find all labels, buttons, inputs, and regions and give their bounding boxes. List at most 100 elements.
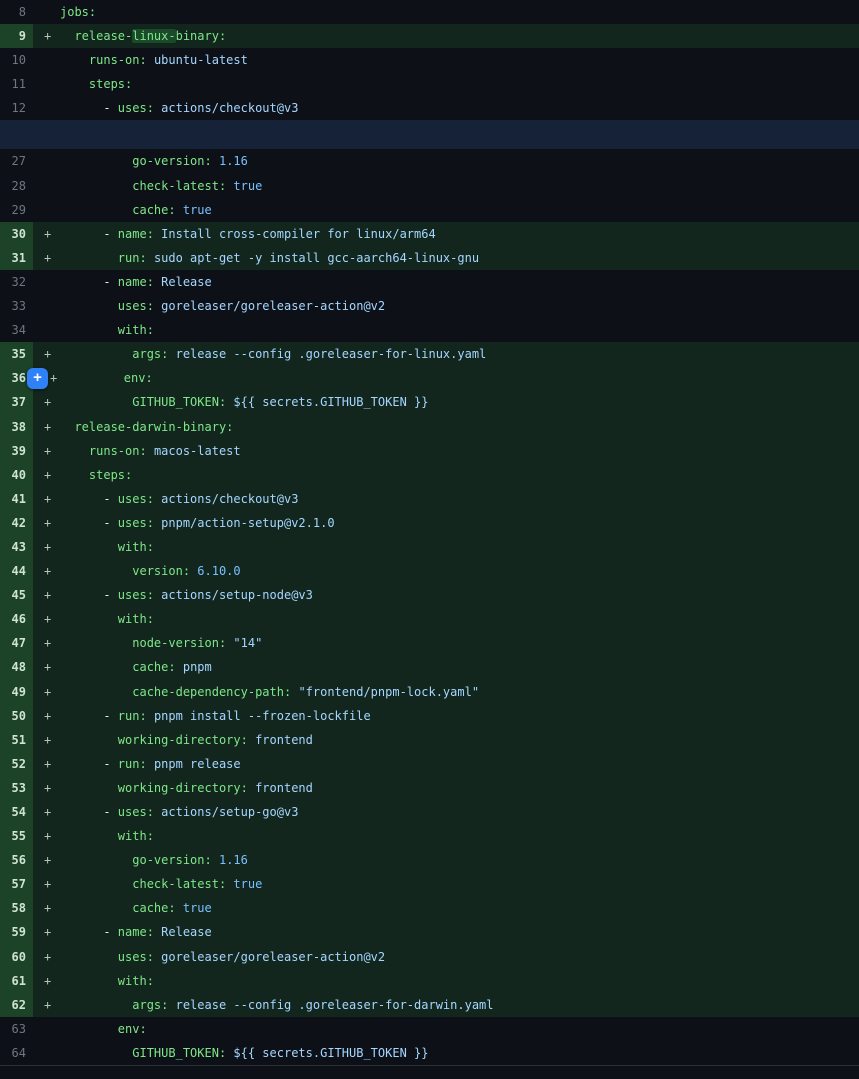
line-number[interactable]: 34 <box>0 318 33 342</box>
code-token: env: <box>124 371 153 385</box>
line-number[interactable]: 28 <box>0 174 33 198</box>
line-number[interactable]: 51 <box>0 728 33 752</box>
code-token: goreleaser/goreleaser-action@v2 <box>161 299 385 313</box>
line-number[interactable]: 38 <box>0 415 33 439</box>
diff-row: 43+ with: <box>0 535 859 559</box>
code-token: pnpm install --frozen-lockfile <box>154 709 371 723</box>
line-number[interactable]: 27 <box>0 149 33 173</box>
code-token <box>147 709 154 723</box>
code-token <box>60 564 132 578</box>
line-number[interactable]: 41 <box>0 487 33 511</box>
diff-row: 57+ check-latest: true <box>0 872 859 896</box>
code-line: + args: release --config .goreleaser-for… <box>33 993 859 1017</box>
diff-row: 8 jobs: <box>0 0 859 24</box>
code-token: run: <box>118 251 147 265</box>
line-number[interactable]: 32 <box>0 270 33 294</box>
diff-addition-marker: + <box>33 222 60 246</box>
line-number[interactable]: 29 <box>0 198 33 222</box>
line-number[interactable]: 48 <box>0 655 33 679</box>
code-token: steps: <box>89 468 132 482</box>
code-token: frontend <box>255 733 313 747</box>
code-token <box>147 251 154 265</box>
code-token: runs-on: <box>89 444 147 458</box>
line-number[interactable]: 10 <box>0 48 33 72</box>
code-token: 6.10.0 <box>197 564 240 578</box>
diff-row: 45+ - uses: actions/setup-node@v3 <box>0 583 859 607</box>
code-token: actions/setup-node@v3 <box>161 588 313 602</box>
line-number[interactable]: 11 <box>0 72 33 96</box>
line-number[interactable]: 42 <box>0 511 33 535</box>
line-number[interactable]: 61 <box>0 969 33 993</box>
diff-addition-marker: + <box>33 680 60 704</box>
code-line: + with: <box>33 824 859 848</box>
code-line: steps: <box>33 72 859 96</box>
line-number[interactable]: 45 <box>0 583 33 607</box>
diff-row: 48+ cache: pnpm <box>0 655 859 679</box>
line-number[interactable]: 44 <box>0 559 33 583</box>
line-number[interactable]: 30 <box>0 222 33 246</box>
line-number[interactable]: 35 <box>0 342 33 366</box>
line-number[interactable]: 31 <box>0 246 33 270</box>
code-token: - <box>60 925 118 939</box>
code-token: version: <box>132 564 190 578</box>
code-token: run: <box>118 757 147 771</box>
code-token <box>147 757 154 771</box>
code-token: true <box>183 203 212 217</box>
line-number[interactable]: 50 <box>0 704 33 728</box>
code-token: go-version: <box>132 853 211 867</box>
line-number[interactable]: 54 <box>0 800 33 824</box>
expand-hidden-lines-row[interactable] <box>0 120 859 149</box>
code-token: ubuntu-latest <box>154 53 248 67</box>
line-number[interactable]: 52 <box>0 752 33 776</box>
line-number[interactable]: 53 <box>0 776 33 800</box>
code-token: check-latest: <box>132 179 226 193</box>
line-number[interactable]: 49 <box>0 680 33 704</box>
code-token <box>248 781 255 795</box>
line-number[interactable]: 63 <box>0 1017 33 1041</box>
code-token: - <box>60 516 118 530</box>
code-token <box>60 660 132 674</box>
code-token: cache: <box>132 203 175 217</box>
code-line: + - uses: actions/setup-node@v3 <box>33 583 859 607</box>
diff-addition-marker: + <box>33 728 60 752</box>
line-number[interactable]: 64 <box>0 1041 33 1065</box>
code-token: - <box>60 275 118 289</box>
line-number[interactable]: 39 <box>0 439 33 463</box>
line-number[interactable]: 46 <box>0 607 33 631</box>
line-number[interactable]: 55 <box>0 824 33 848</box>
line-number[interactable]: 60 <box>0 945 33 969</box>
code-token: release- <box>74 29 132 43</box>
code-token: env: <box>118 1022 147 1036</box>
code-token: - <box>60 709 118 723</box>
code-token <box>147 53 154 67</box>
code-line: + release-darwin-binary: <box>33 415 859 439</box>
code-token: runs-on: <box>89 53 147 67</box>
line-number[interactable]: 59 <box>0 920 33 944</box>
diff-row: 46+ with: <box>0 607 859 631</box>
add-comment-button[interactable]: + <box>27 368 48 389</box>
code-token <box>60 950 118 964</box>
code-token: jobs: <box>60 5 96 19</box>
code-token <box>168 998 175 1012</box>
code-token: cache: <box>132 901 175 915</box>
line-number[interactable]: 57 <box>0 872 33 896</box>
line-number[interactable]: 43 <box>0 535 33 559</box>
diff-addition-marker: + <box>33 752 60 776</box>
diff-row: 60+ uses: goreleaser/goreleaser-action@v… <box>0 945 859 969</box>
code-token <box>60 77 89 91</box>
diff-addition-marker: + <box>33 415 60 439</box>
line-number[interactable]: 40 <box>0 463 33 487</box>
line-number[interactable]: 62 <box>0 993 33 1017</box>
line-number[interactable]: 12 <box>0 96 33 120</box>
diff-addition-marker: + <box>33 439 60 463</box>
line-number[interactable]: 56 <box>0 848 33 872</box>
line-number[interactable]: 47 <box>0 631 33 655</box>
line-number[interactable]: 8 <box>0 0 33 24</box>
diff-addition-marker: + <box>33 487 60 511</box>
line-number[interactable]: 9 <box>0 24 33 48</box>
code-token: cache: <box>132 660 175 674</box>
diff-row: 29 cache: true <box>0 198 859 222</box>
line-number[interactable]: 37 <box>0 390 33 414</box>
line-number[interactable]: 58 <box>0 896 33 920</box>
line-number[interactable]: 33 <box>0 294 33 318</box>
